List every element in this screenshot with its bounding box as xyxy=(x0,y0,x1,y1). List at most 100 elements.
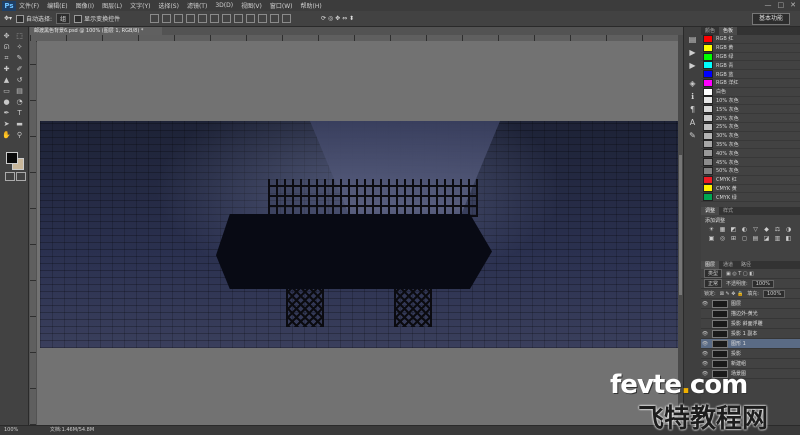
play-icon[interactable]: ▶ xyxy=(688,48,698,58)
adjustment-icon[interactable]: ⊞ xyxy=(729,235,738,242)
path-select-icon[interactable]: ➤ xyxy=(2,120,11,129)
swatch-item[interactable]: 10% 灰色 xyxy=(701,96,800,106)
layer-row[interactable]: 👁 图形 1 xyxy=(701,339,800,349)
history-icon[interactable]: ▤ xyxy=(688,35,698,45)
fill-input[interactable]: 100% xyxy=(762,289,786,298)
stamp-icon[interactable]: ▲ xyxy=(2,76,11,85)
menu-select[interactable]: 选择(S) xyxy=(158,1,179,10)
align-center-icon[interactable] xyxy=(198,14,208,23)
visibility-eye-icon[interactable]: 👁 xyxy=(701,331,709,337)
quick-mask-icon[interactable] xyxy=(5,172,15,181)
auto-select-checkbox[interactable]: 自动选择: xyxy=(16,14,52,24)
swatch-item[interactable]: CMYK 绿 xyxy=(701,193,800,203)
document-info[interactable]: 文档:1.46M/54.8M xyxy=(50,427,94,433)
actions-icon[interactable]: ▶ xyxy=(688,61,698,71)
adjustment-icon[interactable]: ◪ xyxy=(762,235,771,242)
blur-icon[interactable]: ● xyxy=(2,98,11,107)
adjustment-icon[interactable]: ▣ xyxy=(707,235,716,242)
tab-styles[interactable]: 样式 xyxy=(719,207,737,215)
pen-icon[interactable]: ✒ xyxy=(2,109,11,118)
swatch-item[interactable]: CMYK 黄 xyxy=(701,184,800,194)
swatch-item[interactable]: RGB 黄 xyxy=(701,43,800,53)
adjustment-icon[interactable]: ◎ xyxy=(718,235,727,242)
swatch-item[interactable]: 30% 灰色 xyxy=(701,131,800,141)
menu-file[interactable]: 文件(F) xyxy=(19,1,39,10)
align-left-icon[interactable] xyxy=(186,14,196,23)
swatch-item[interactable]: RGB 绿 xyxy=(701,52,800,62)
dodge-icon[interactable]: ◔ xyxy=(15,98,24,107)
align-top-icon[interactable] xyxy=(150,14,160,23)
scrollbar-thumb[interactable] xyxy=(679,155,682,295)
foreground-color-swatch[interactable] xyxy=(6,152,18,164)
menu-help[interactable]: 帮助(H) xyxy=(301,1,322,10)
menu-layer[interactable]: 图层(L) xyxy=(102,1,122,10)
blend-mode-dropdown[interactable]: 正常 xyxy=(704,279,723,288)
layer-row[interactable]: 描边外-黄光 xyxy=(701,309,800,319)
layer-row[interactable]: 👁 投影 1 副本 xyxy=(701,329,800,339)
swatch-item[interactable]: 白色 xyxy=(701,87,800,97)
tab-swatches[interactable]: 色板 xyxy=(719,27,738,35)
tab-paths[interactable]: 路径 xyxy=(737,261,755,269)
lock-icons[interactable]: ⊠ ✎ ✥ 🔒 xyxy=(720,291,744,297)
eraser-icon[interactable]: ▭ xyxy=(2,87,11,96)
auto-select-dropdown[interactable]: 组 xyxy=(56,13,71,24)
swatch-item[interactable]: RGB 蓝 xyxy=(701,70,800,79)
tab-layers[interactable]: 图层 xyxy=(701,261,720,269)
adjustment-icon[interactable]: ◐ xyxy=(740,226,749,233)
adjustment-icon[interactable]: ▤ xyxy=(751,235,760,242)
move-icon[interactable]: ✥ xyxy=(2,32,11,41)
adjustment-icon[interactable]: ◆ xyxy=(762,226,771,233)
adjustment-icon[interactable]: ⚖ xyxy=(773,226,782,233)
swatch-item[interactable]: RGB 红 xyxy=(701,34,800,44)
menu-filter[interactable]: 滤镜(T) xyxy=(187,1,207,10)
swatch-item[interactable]: 35% 灰色 xyxy=(701,140,800,150)
swatch-item[interactable]: 40% 灰色 xyxy=(701,149,800,159)
visibility-eye-icon[interactable]: 👁 xyxy=(701,341,709,347)
tab-channels[interactable]: 通道 xyxy=(719,261,737,269)
workspace-switcher[interactable]: 基本功能 xyxy=(752,13,790,25)
swatch-item[interactable]: 15% 灰色 xyxy=(701,105,800,115)
menu-edit[interactable]: 编辑(E) xyxy=(47,1,67,10)
minimize-icon[interactable]: — xyxy=(765,1,772,9)
adjustment-icon[interactable]: ☀ xyxy=(707,226,716,233)
gradient-icon[interactable]: ▤ xyxy=(15,87,24,96)
distribute-middle-icon[interactable] xyxy=(234,14,244,23)
distribute-left-icon[interactable] xyxy=(258,14,268,23)
screen-mode-icon[interactable] xyxy=(16,172,26,181)
swatch-item[interactable]: 20% 灰色 xyxy=(701,114,800,123)
adjustment-icon[interactable]: ◑ xyxy=(784,226,793,233)
brush-icon[interactable]: ✐ xyxy=(15,65,24,74)
adjustment-icon[interactable]: ▥ xyxy=(773,235,782,242)
show-transform-checkbox[interactable]: 显示变换控件 xyxy=(74,14,120,24)
dark-banner-shape[interactable] xyxy=(216,214,492,289)
magic-wand-icon[interactable]: ✧ xyxy=(15,43,24,52)
menu-view[interactable]: 视图(V) xyxy=(241,1,262,10)
menu-image[interactable]: 图像(I) xyxy=(76,1,94,10)
distribute-bottom-icon[interactable] xyxy=(246,14,256,23)
paragraph-icon[interactable]: ¶ xyxy=(688,105,698,115)
layer-row[interactable]: 投影 斜面浮雕 xyxy=(701,319,800,329)
crop-icon[interactable]: ⌗ xyxy=(2,54,11,63)
swatch-item[interactable]: 25% 灰色 xyxy=(701,122,800,132)
distribute-right-icon[interactable] xyxy=(282,14,292,23)
layer-row[interactable]: 👁 新建组 xyxy=(701,359,800,369)
menu-type[interactable]: 文字(Y) xyxy=(130,1,150,10)
info-icon[interactable]: ℹ xyxy=(688,92,698,102)
move-tool-icon[interactable]: ✥▾ xyxy=(4,15,12,22)
menu-window[interactable]: 窗口(W) xyxy=(270,1,293,10)
menu-3d[interactable]: 3D(D) xyxy=(215,2,233,9)
visibility-eye-icon[interactable]: 👁 xyxy=(701,361,709,367)
document-tab[interactable]: 邮渡黑色背景6.psd @ 100% (图层 1, RGB/8) * xyxy=(30,27,162,35)
layer-filter-dropdown[interactable]: 类型 xyxy=(704,269,723,278)
swatch-item[interactable]: 45% 灰色 xyxy=(701,158,800,167)
3d-mode-icons[interactable]: ⟳ ◎ ✥ ⇔ ⬍ xyxy=(321,15,354,22)
lasso-icon[interactable]: ᘏ xyxy=(2,43,11,52)
maximize-icon[interactable]: □ xyxy=(778,1,785,9)
swatch-item[interactable]: CMYK 红 xyxy=(701,175,800,185)
filter-icons[interactable]: ▣ ◎ T ▢ ◧ xyxy=(726,271,754,277)
tab-adjustments[interactable]: 调整 xyxy=(701,207,720,215)
visibility-eye-icon[interactable]: 👁 xyxy=(701,301,709,307)
adjustment-icon[interactable]: ▽ xyxy=(751,226,760,233)
align-right-icon[interactable] xyxy=(210,14,220,23)
layer-row[interactable]: 👁 投影 xyxy=(701,349,800,359)
